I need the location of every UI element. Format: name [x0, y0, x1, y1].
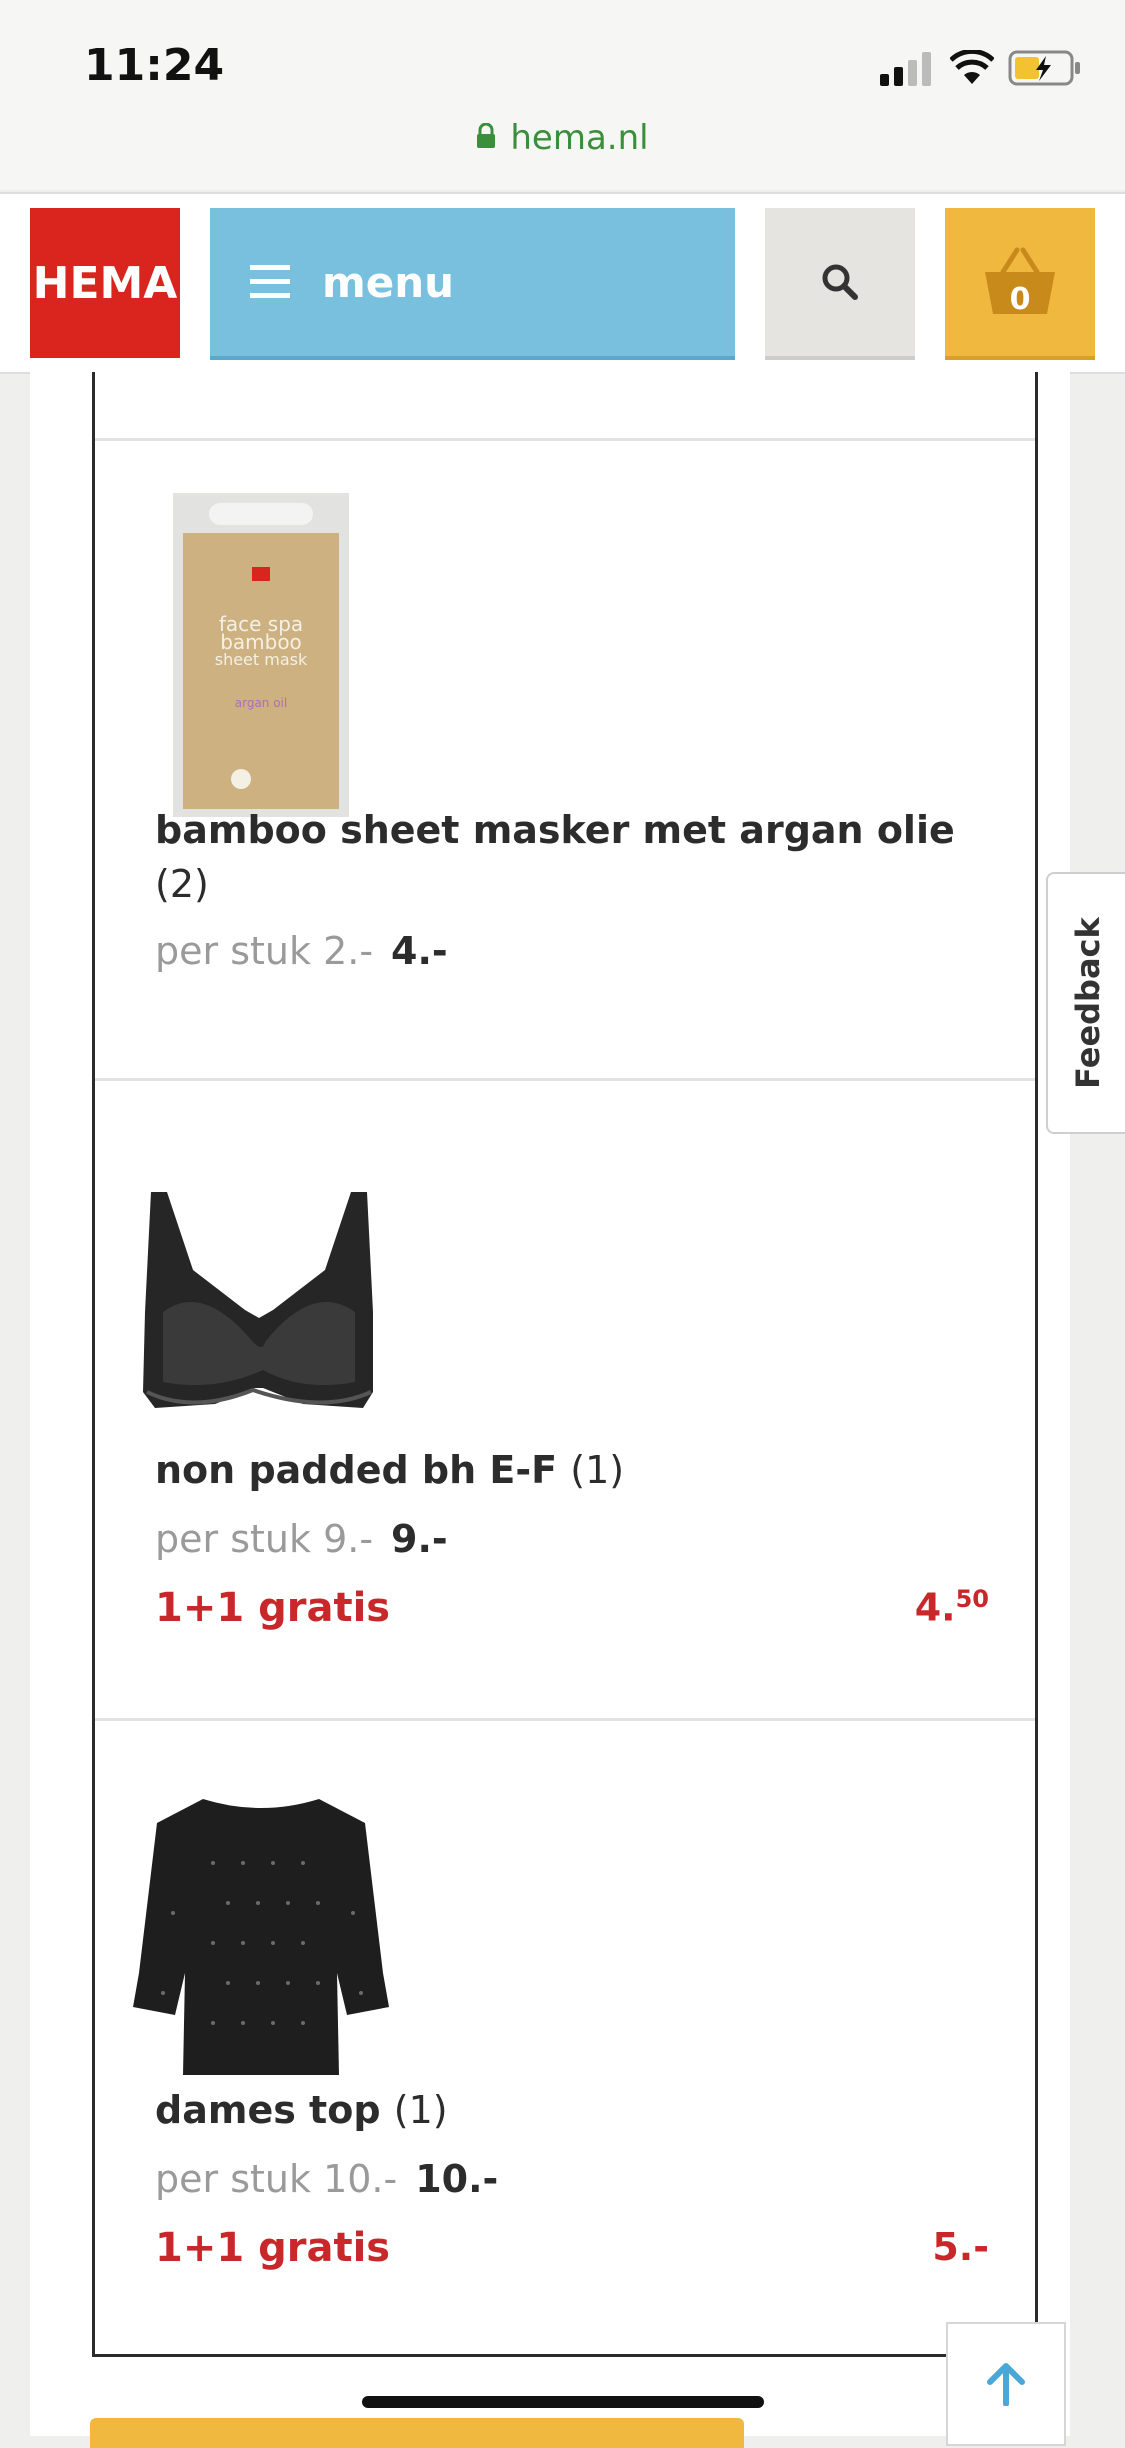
- battery-icon: [1008, 50, 1080, 86]
- item-name-text: dames top: [155, 2088, 381, 2132]
- hamburger-icon: [250, 265, 290, 298]
- arrow-up-icon: [987, 2363, 1025, 2406]
- item-total: 10.-: [415, 2157, 499, 2201]
- address-bar[interactable]: hema.nl: [0, 118, 1125, 158]
- checkout-button-partial[interactable]: [90, 2418, 744, 2448]
- item-total: 4.-: [391, 929, 448, 973]
- cart-item-list: face spa bamboo sheet mask argan oil bam…: [92, 372, 1038, 2357]
- item-name[interactable]: bamboo sheet masker met argan olie: [155, 808, 955, 852]
- search-button[interactable]: [765, 208, 915, 360]
- scroll-to-top-button[interactable]: [946, 2322, 1066, 2446]
- item-unit-price: per stuk 2.-: [155, 929, 374, 973]
- promo-label: 1+1 gratis: [155, 2225, 391, 2271]
- image-text-line: argan oil: [235, 696, 287, 710]
- item-quantity: (2): [155, 862, 209, 906]
- item-price-line: per stuk 10.- 10.-: [155, 2157, 498, 2201]
- bra-product-image[interactable]: [133, 1192, 385, 1415]
- item-quantity: (1): [570, 1448, 625, 1492]
- site-header: HEMA menu 0: [0, 192, 1125, 374]
- promo-price-main: 4.: [914, 1585, 956, 1630]
- item-quantity: (1): [393, 2088, 448, 2132]
- item-name[interactable]: dames top (1): [155, 2088, 448, 2132]
- promo-price: 4.50: [915, 1585, 989, 1630]
- cart-button[interactable]: 0: [945, 208, 1095, 360]
- promo-price-cents: 50: [955, 1585, 989, 1613]
- item-unit-price: per stuk 9.-: [155, 1517, 374, 1561]
- item-total: 9.-: [391, 1517, 448, 1561]
- cart-item: non padded bh E-F (1) per stuk 9.- 9.- 1+…: [95, 1081, 1035, 1718]
- item-name[interactable]: non padded bh E-F (1): [155, 1448, 624, 1492]
- search-icon: [822, 264, 858, 300]
- wifi-icon: [950, 50, 994, 84]
- feedback-label: Feedback: [1069, 917, 1107, 1089]
- hema-logo[interactable]: HEMA: [30, 208, 180, 358]
- menu-label: menu: [322, 257, 455, 307]
- sheet-mask-product-image[interactable]: face spa bamboo sheet mask argan oil: [173, 493, 349, 817]
- promo-label: 1+1 gratis: [155, 1585, 391, 1631]
- item-price-line: per stuk 9.- 9.-: [155, 1517, 448, 1561]
- image-text-line: sheet mask: [215, 650, 308, 669]
- cart-count-badge: 0: [1009, 282, 1031, 317]
- home-indicator: [362, 2396, 764, 2408]
- cart-item: face spa bamboo sheet mask argan oil bam…: [95, 441, 1035, 1078]
- lock-icon: [477, 123, 496, 148]
- item-price-line: per stuk 2.- 4.-: [155, 929, 448, 973]
- promo-price: 5.-: [932, 2225, 989, 2269]
- cart-page: face spa bamboo sheet mask argan oil bam…: [30, 372, 1070, 2436]
- status-time: 11:24: [84, 40, 225, 91]
- item-name-text: non padded bh E-F: [155, 1448, 558, 1492]
- top-product-image[interactable]: [133, 1793, 389, 2078]
- status-bar: 11:24 hema.nl: [0, 0, 1125, 190]
- cart-item: dames top (1) per stuk 10.- 10.- 1+1 grat…: [95, 1721, 1035, 2351]
- url-text: hema.nl: [510, 118, 649, 158]
- feedback-tab[interactable]: Feedback: [1046, 872, 1125, 1134]
- cellular-signal-icon: [880, 52, 931, 86]
- menu-button[interactable]: menu: [210, 208, 735, 360]
- item-unit-price: per stuk 10.-: [155, 2157, 398, 2201]
